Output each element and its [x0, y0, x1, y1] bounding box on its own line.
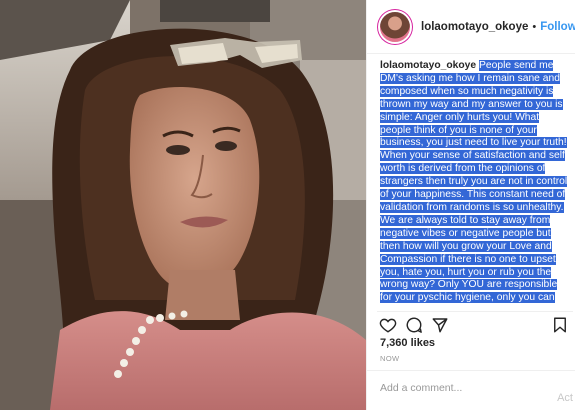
heart-icon[interactable]	[379, 316, 397, 334]
post-timestamp: NOW	[380, 354, 400, 363]
comment-input[interactable]: Add a comment...	[367, 370, 575, 410]
separator-dot: •	[532, 20, 537, 33]
action-bar	[377, 311, 573, 335]
activate-windows-watermark: Act	[557, 392, 573, 404]
post-side-panel: lolaomotayo_okoye • Follow lolaomotayo_o…	[366, 0, 575, 410]
share-icon[interactable]	[431, 316, 449, 334]
bookmark-icon[interactable]	[551, 316, 569, 334]
post-photo[interactable]	[0, 0, 366, 410]
caption-username[interactable]: lolaomotayo_okoye	[380, 60, 476, 71]
avatar[interactable]	[380, 11, 410, 42]
comment-icon[interactable]	[405, 316, 423, 334]
caption-text: People send me DM's asking me how I rema…	[380, 60, 568, 304]
username-link[interactable]: lolaomotayo_okoye	[421, 21, 528, 33]
selfie-image	[0, 0, 366, 410]
like-count[interactable]: 7,360 likes	[380, 337, 435, 349]
follow-button[interactable]: Follow	[540, 21, 575, 33]
post-caption: lolaomotayo_okoye People send me DM's as…	[380, 60, 570, 304]
post-header: lolaomotayo_okoye • Follow	[367, 0, 575, 54]
